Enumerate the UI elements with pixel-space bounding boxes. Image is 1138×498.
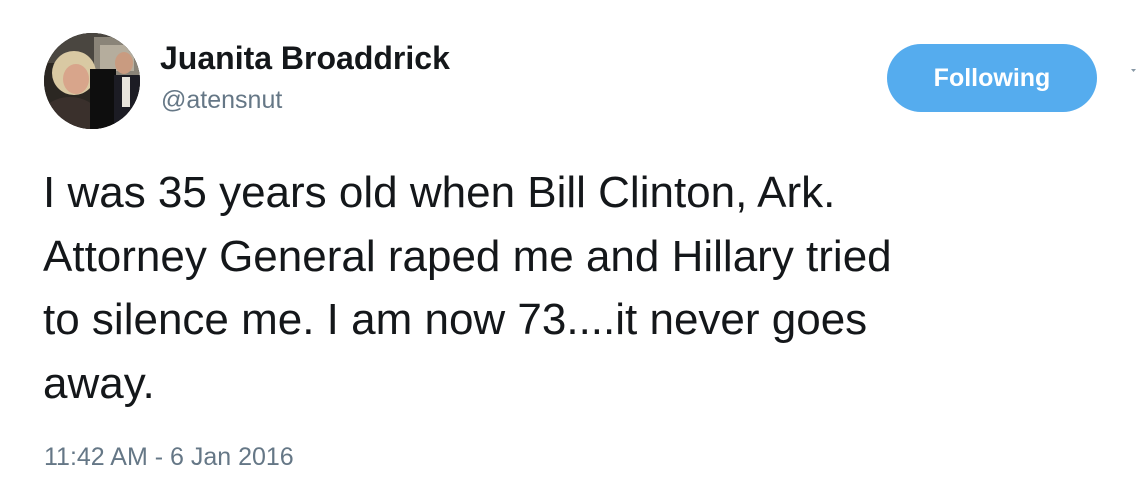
following-button[interactable]: Following — [887, 44, 1097, 112]
display-name[interactable]: Juanita Broaddrick — [160, 40, 450, 77]
caret-down-icon[interactable] — [1131, 68, 1136, 73]
timestamp[interactable]: 11:42 AM - 6 Jan 2016 — [44, 443, 294, 472]
username[interactable]: @atensnut — [161, 86, 282, 115]
profile-photo-icon — [44, 33, 140, 129]
avatar[interactable] — [44, 33, 140, 129]
tweet-text: I was 35 years old when Bill Clinton, Ar… — [43, 168, 892, 408]
